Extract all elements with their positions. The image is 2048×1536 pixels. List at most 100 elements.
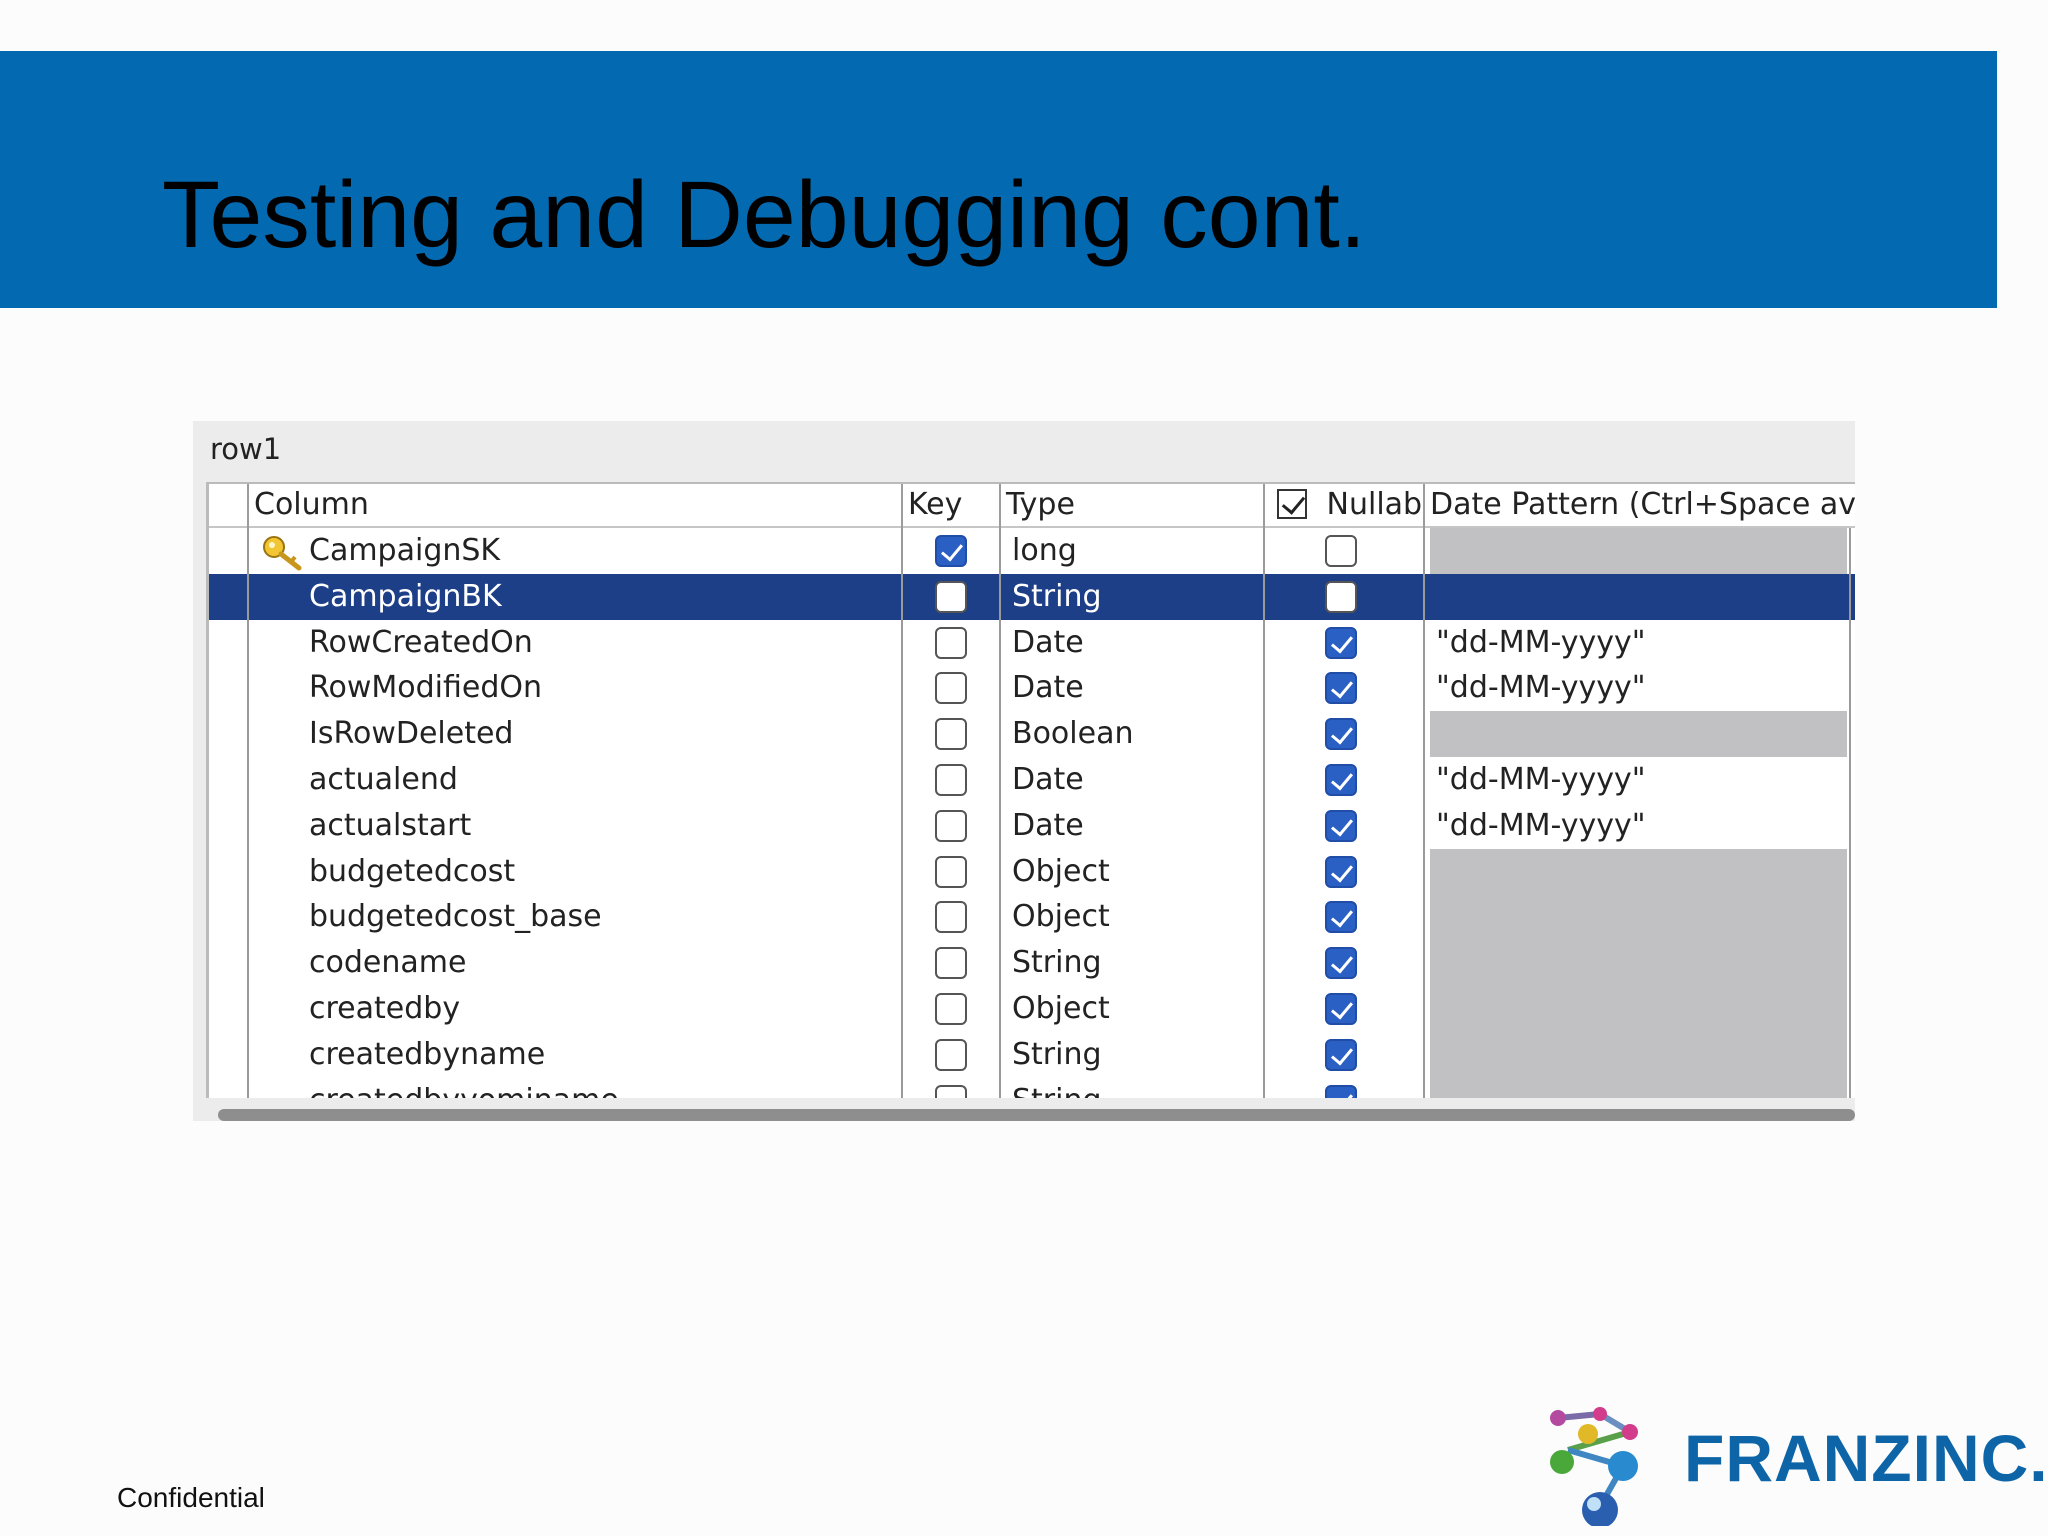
date-pattern-cell[interactable] [1430, 1077, 1847, 1098]
column-name-cell[interactable]: codename [309, 940, 899, 986]
key-checkbox[interactable] [935, 1038, 967, 1071]
nullable-checkbox[interactable] [1325, 718, 1357, 751]
date-pattern-cell[interactable] [1430, 986, 1847, 1032]
column-header-type[interactable]: Type [999, 484, 1263, 528]
key-checkbox[interactable] [935, 809, 967, 842]
date-pattern-cell[interactable] [1430, 711, 1847, 758]
schema-panel: row1 Column Key Type Nullab Date Pattern… [193, 421, 1855, 1121]
table-row[interactable]: codename String [209, 940, 1855, 987]
nullable-checkbox[interactable] [1325, 1038, 1357, 1071]
nullable-checkbox[interactable] [1325, 993, 1357, 1025]
key-checkbox[interactable] [935, 718, 967, 751]
nullable-checkbox[interactable] [1325, 764, 1357, 796]
column-name-cell[interactable]: RowCreatedOn [309, 620, 899, 666]
key-checkbox[interactable] [935, 626, 967, 659]
date-pattern-cell[interactable]: "dd-MM-yyyy" [1430, 619, 1847, 666]
grid-divider [901, 528, 903, 1098]
key-icon [263, 536, 302, 571]
nullable-checkbox[interactable] [1325, 626, 1357, 659]
type-cell[interactable]: String [1012, 574, 1272, 620]
type-cell[interactable]: Date [1012, 665, 1272, 711]
type-cell[interactable]: Object [1012, 894, 1272, 940]
key-checkbox[interactable] [935, 993, 967, 1025]
column-header-column[interactable]: Column [247, 484, 901, 528]
nullable-checkbox[interactable] [1325, 535, 1357, 567]
type-cell[interactable]: String [1012, 1032, 1272, 1078]
franz-logo-text: FRANZINC. [1684, 1421, 2048, 1495]
confidential-label: Confidential [117, 1482, 265, 1513]
column-name-cell[interactable]: CampaignBK [309, 574, 899, 620]
key-checkbox[interactable] [935, 672, 967, 705]
key-checkbox[interactable] [935, 764, 967, 796]
nullable-checkbox[interactable] [1325, 1084, 1357, 1098]
type-cell[interactable]: Boolean [1012, 711, 1272, 757]
nullable-checkbox[interactable] [1325, 901, 1357, 934]
table-row[interactable]: actualend Date "dd-MM-yyyy" [209, 757, 1855, 803]
schema-grid: Column Key Type Nullab Date Pattern (Ctr… [206, 482, 1855, 1098]
column-header-nullable[interactable]: Nullab [1263, 484, 1423, 528]
grid-divider [1849, 528, 1851, 1098]
key-checkbox[interactable] [935, 947, 967, 980]
table-row[interactable]: createdby Object [209, 986, 1855, 1032]
column-name-cell[interactable]: budgetedcost_base [309, 894, 899, 940]
column-name-cell[interactable]: createdbyname [309, 1032, 899, 1078]
date-pattern-cell[interactable] [1430, 894, 1847, 941]
grid-header: Column Key Type Nullab Date Pattern (Ctr… [209, 484, 1855, 528]
date-pattern-cell[interactable]: "dd-MM-yyyy" [1430, 802, 1847, 849]
column-header-date-pattern[interactable]: Date Pattern (Ctrl+Space av [1423, 484, 1855, 528]
type-cell[interactable]: String [1012, 1078, 1272, 1098]
slide-title: Testing and Debugging cont. [162, 162, 1367, 268]
column-name-cell[interactable]: IsRowDeleted [309, 711, 899, 757]
date-pattern-cell[interactable] [1430, 573, 1847, 620]
table-row[interactable]: budgetedcost Object [209, 848, 1855, 895]
table-row[interactable]: createdbyname String [209, 1031, 1855, 1078]
type-cell[interactable]: Object [1012, 986, 1272, 1032]
key-checkbox[interactable] [935, 1084, 967, 1098]
type-cell[interactable]: String [1012, 940, 1272, 986]
grid-divider [999, 528, 1001, 1098]
table-row[interactable]: CampaignBK String [209, 573, 1855, 620]
table-row[interactable]: RowCreatedOn Date "dd-MM-yyyy" [209, 619, 1855, 666]
type-cell[interactable]: long [1012, 528, 1272, 574]
table-row[interactable]: budgetedcost_base Object [209, 894, 1855, 941]
column-header-key[interactable]: Key [901, 484, 999, 528]
table-row[interactable]: actualstart Date "dd-MM-yyyy" [209, 802, 1855, 849]
column-name-cell[interactable]: RowModifiedOn [309, 665, 899, 711]
nullable-checkbox[interactable] [1325, 672, 1357, 705]
key-checkbox[interactable] [935, 855, 967, 888]
nullable-checkbox[interactable] [1325, 580, 1357, 613]
table-row[interactable]: IsRowDeleted Boolean [209, 711, 1855, 758]
column-name-cell[interactable]: createdbyyominame [309, 1078, 899, 1098]
date-pattern-cell[interactable] [1430, 1031, 1847, 1078]
column-name-cell[interactable]: budgetedcost [309, 849, 899, 895]
grid-divider [1423, 528, 1425, 1098]
grid-divider [247, 528, 249, 1098]
column-name-cell[interactable]: actualstart [309, 803, 899, 849]
type-cell[interactable]: Date [1012, 803, 1272, 849]
key-checkbox[interactable] [935, 901, 967, 934]
type-cell[interactable]: Object [1012, 849, 1272, 895]
type-cell[interactable]: Date [1012, 620, 1272, 666]
table-row[interactable]: createdbyyominame String [209, 1077, 1855, 1098]
nullable-select-all-checkbox[interactable] [1277, 489, 1307, 519]
date-pattern-cell[interactable] [1430, 940, 1847, 987]
key-checkbox[interactable] [935, 580, 967, 613]
type-cell[interactable]: Date [1012, 757, 1272, 803]
table-row[interactable]: CampaignSK long [209, 528, 1855, 574]
nullable-checkbox[interactable] [1325, 855, 1357, 888]
nullable-checkbox[interactable] [1325, 809, 1357, 842]
panel-title: row1 [210, 432, 282, 466]
horizontal-scrollbar[interactable] [218, 1109, 1855, 1121]
nullable-checkbox[interactable] [1325, 947, 1357, 980]
grid-divider [1263, 528, 1265, 1098]
nullable-header-label: Nullab [1326, 487, 1423, 522]
date-pattern-cell[interactable] [1430, 528, 1847, 574]
key-checkbox[interactable] [935, 535, 967, 567]
date-pattern-cell[interactable]: "dd-MM-yyyy" [1430, 757, 1847, 803]
table-row[interactable]: RowModifiedOn Date "dd-MM-yyyy" [209, 665, 1855, 712]
column-name-cell[interactable]: CampaignSK [309, 528, 899, 574]
column-name-cell[interactable]: createdby [309, 986, 899, 1032]
date-pattern-cell[interactable] [1430, 848, 1847, 895]
date-pattern-cell[interactable]: "dd-MM-yyyy" [1430, 665, 1847, 712]
column-name-cell[interactable]: actualend [309, 757, 899, 803]
